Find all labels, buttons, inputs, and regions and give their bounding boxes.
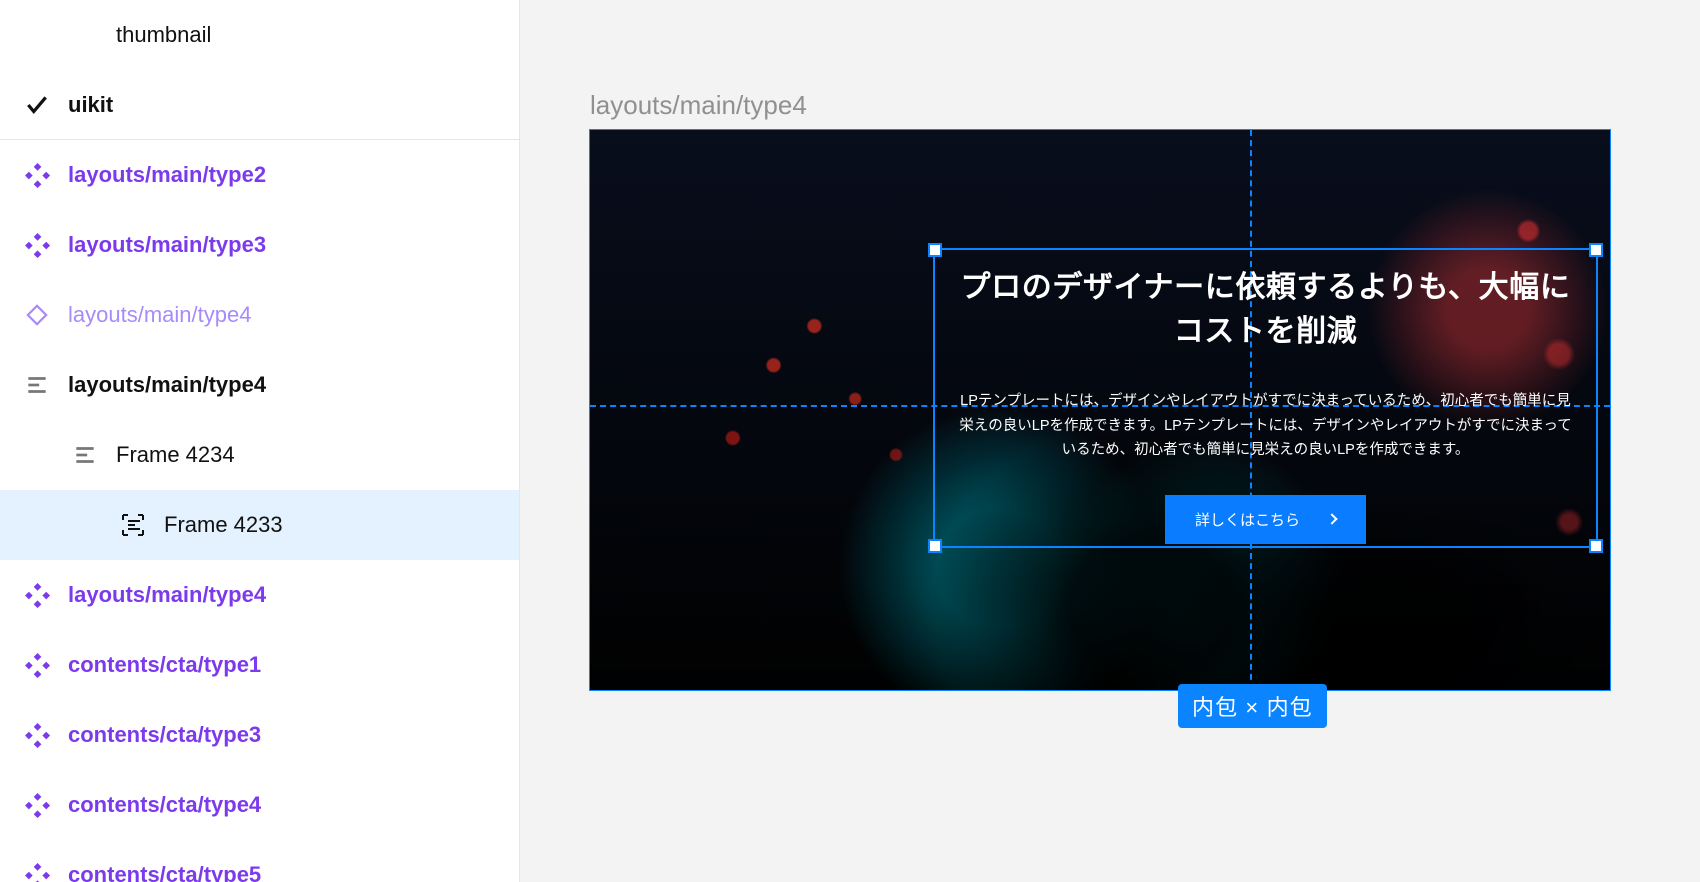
resize-handle-bottom-left[interactable] xyxy=(928,539,942,553)
spacer-icon xyxy=(72,22,98,48)
layer-label: Frame 4233 xyxy=(164,512,283,538)
layer-layouts-main-type3[interactable]: layouts/main/type3 xyxy=(0,210,519,280)
layer-contents-cta-type1[interactable]: contents/cta/type1 xyxy=(0,630,519,700)
component-icon xyxy=(24,792,50,818)
selection-size-badge: 内包 × 内包 xyxy=(1178,684,1327,728)
component-icon xyxy=(24,582,50,608)
frame-autolayout-icon xyxy=(120,512,146,538)
layer-layouts-main-type2[interactable]: layouts/main/type2 xyxy=(0,140,519,210)
layer-contents-cta-type4[interactable]: contents/cta/type4 xyxy=(0,770,519,840)
layer-label: Frame 4234 xyxy=(116,442,235,468)
layer-label: thumbnail xyxy=(116,22,211,48)
layer-frame-4234[interactable]: Frame 4234 xyxy=(0,420,519,490)
layer-layouts-main-type4-frame[interactable]: layouts/main/type4 xyxy=(0,350,519,420)
layer-layouts-main-type4-instance[interactable]: layouts/main/type4 xyxy=(0,280,519,350)
resize-handle-bottom-right[interactable] xyxy=(1589,539,1603,553)
layer-frame-4233[interactable]: Frame 4233 xyxy=(0,490,519,560)
layer-label: contents/cta/type3 xyxy=(68,722,261,748)
resize-handle-top-left[interactable] xyxy=(928,243,942,257)
canvas[interactable]: layouts/main/type4 プロのデザイナーに依頼するよりも、大幅にコ… xyxy=(520,0,1700,882)
layer-layouts-main-type4-component[interactable]: layouts/main/type4 xyxy=(0,560,519,630)
layer-thumbnail[interactable]: thumbnail xyxy=(0,0,519,70)
frame-layouts-main-type4[interactable]: プロのデザイナーに依頼するよりも、大幅にコストを削減 LPテンプレートには、デザ… xyxy=(590,130,1610,690)
check-icon xyxy=(24,92,50,118)
layer-uikit[interactable]: uikit xyxy=(0,70,519,140)
frame-title[interactable]: layouts/main/type4 xyxy=(590,90,807,121)
layer-label: contents/cta/type1 xyxy=(68,652,261,678)
autolayout-icon xyxy=(72,442,98,468)
component-icon xyxy=(24,722,50,748)
layer-label: layouts/main/type4 xyxy=(68,302,251,328)
component-icon xyxy=(24,862,50,882)
layer-contents-cta-type5[interactable]: contents/cta/type5 xyxy=(0,840,519,882)
component-icon xyxy=(24,232,50,258)
layer-contents-cta-type3[interactable]: contents/cta/type3 xyxy=(0,700,519,770)
layer-label: layouts/main/type2 xyxy=(68,162,266,188)
selection-outline xyxy=(933,248,1598,548)
resize-handle-top-right[interactable] xyxy=(1589,243,1603,257)
layer-label: uikit xyxy=(68,92,113,118)
layers-panel: thumbnail uikit layouts/main/type2 layou… xyxy=(0,0,520,882)
autolayout-icon xyxy=(24,372,50,398)
component-icon xyxy=(24,162,50,188)
layer-label: contents/cta/type5 xyxy=(68,862,261,882)
layer-label: layouts/main/type4 xyxy=(68,372,266,398)
component-icon xyxy=(24,652,50,678)
layer-label: layouts/main/type3 xyxy=(68,232,266,258)
layer-label: contents/cta/type4 xyxy=(68,792,261,818)
layer-label: layouts/main/type4 xyxy=(68,582,266,608)
diamond-outline-icon xyxy=(24,302,50,328)
